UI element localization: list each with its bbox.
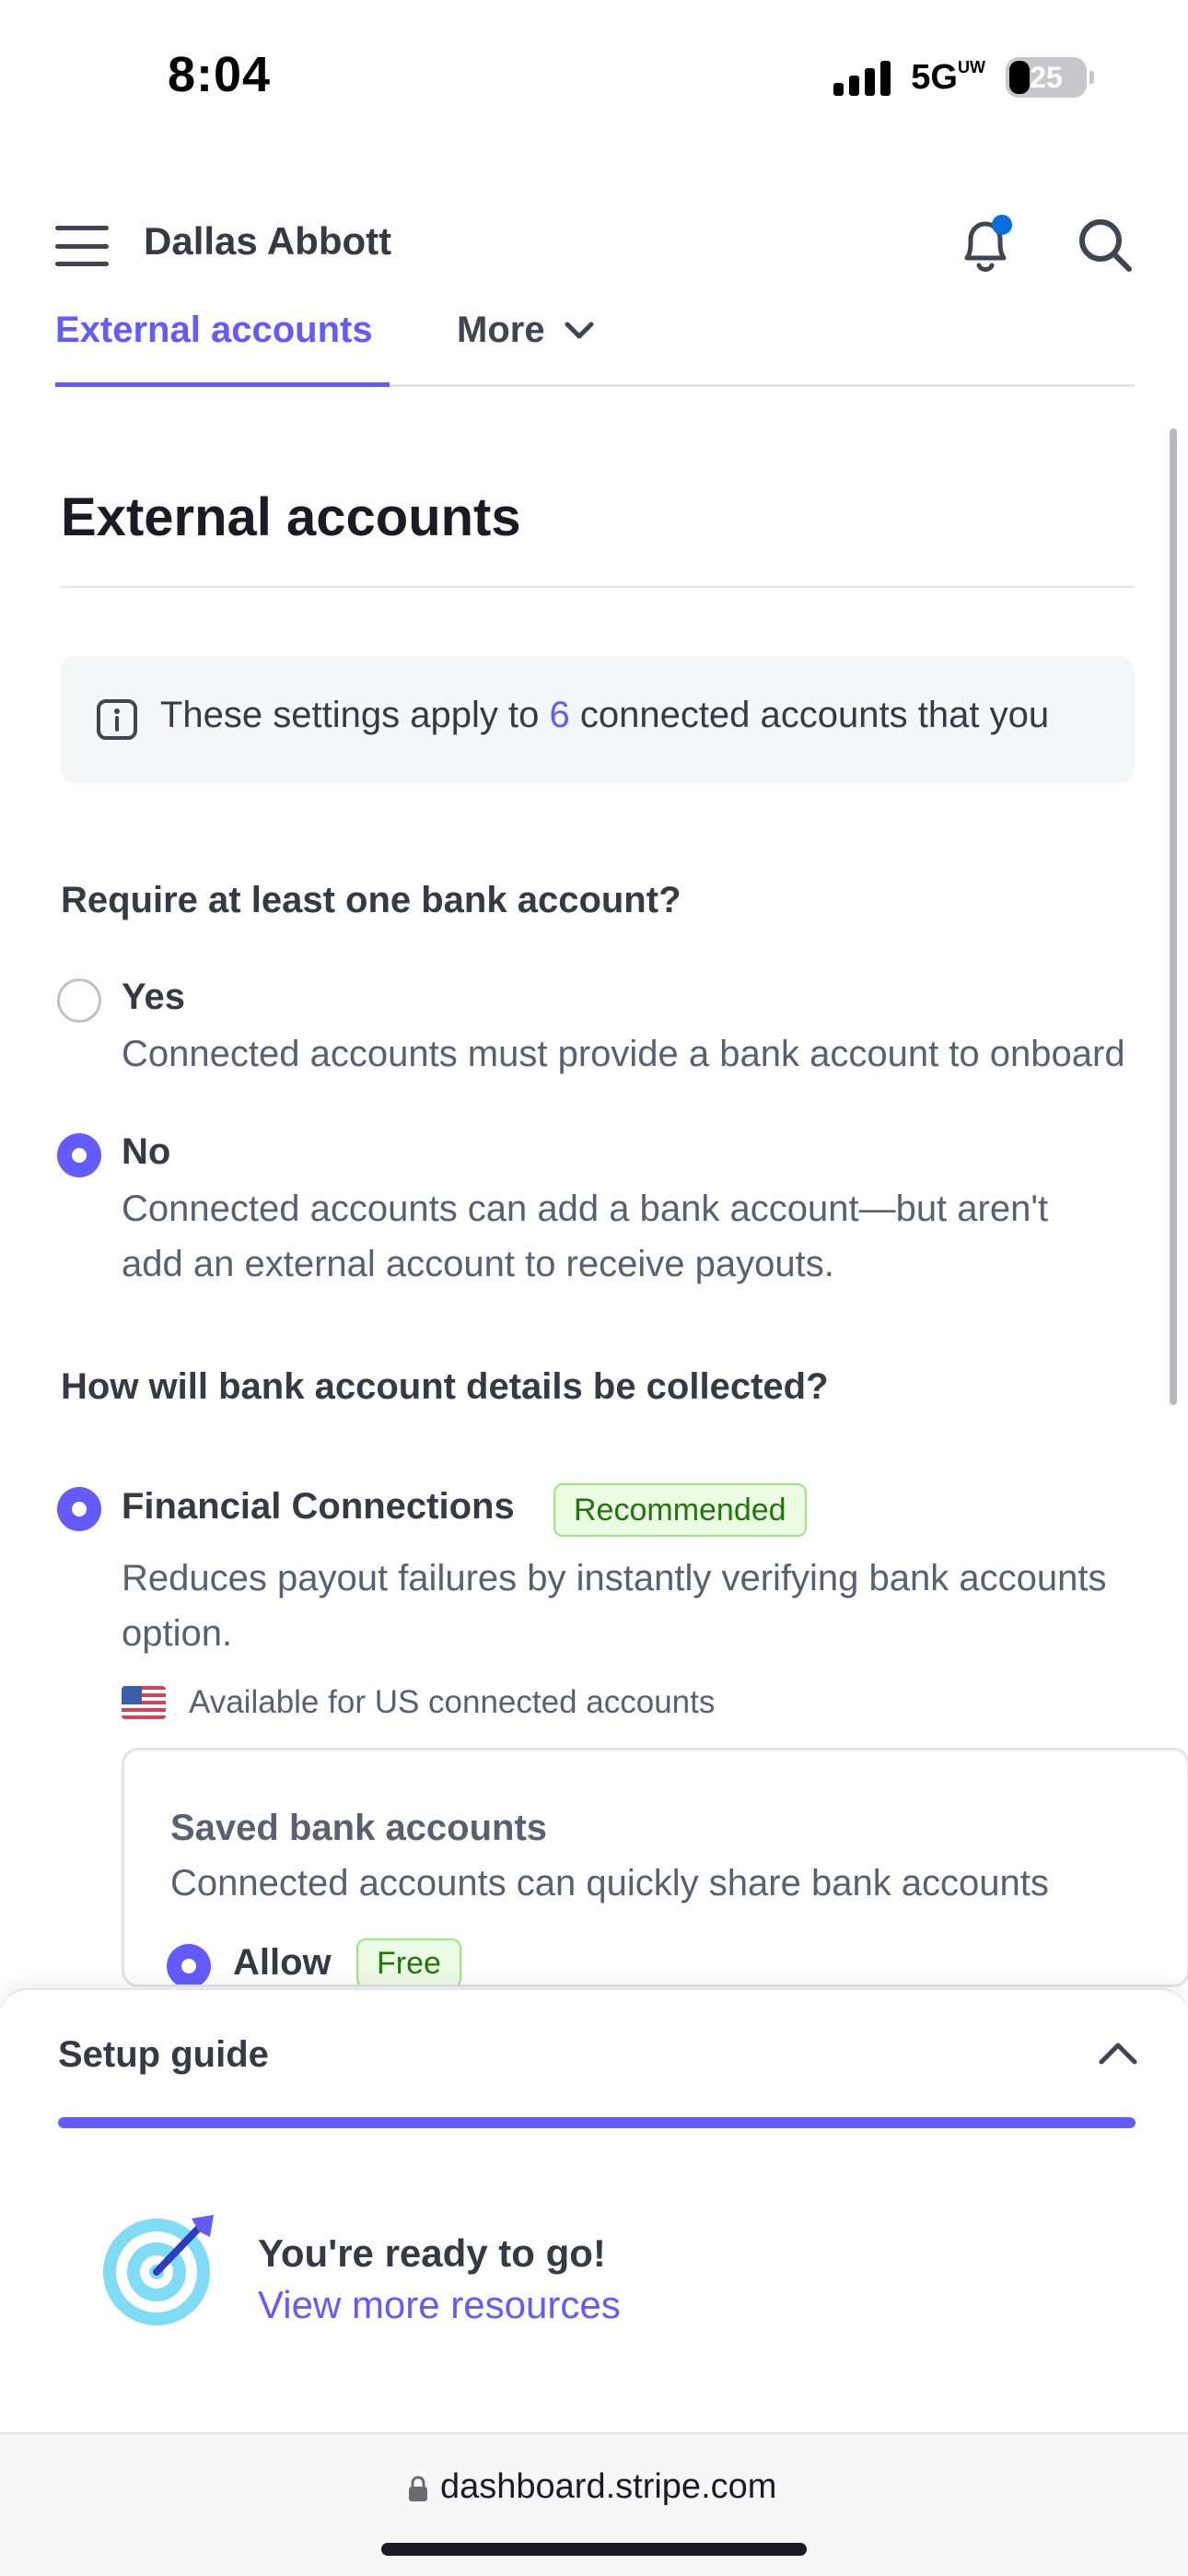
status-bar: 8:04 5GUW 25 — [0, 0, 1188, 157]
info-banner: These settings apply to 6 connected acco… — [61, 656, 1135, 783]
ready-title: You're ready to go! — [258, 2231, 606, 2275]
search-icon[interactable] — [1076, 216, 1135, 275]
financial-connections-description-line-2: option. — [122, 1613, 233, 1654]
financial-connections-description-line-1: Reduces payout failures by instantly ver… — [122, 1558, 1107, 1598]
account-name[interactable]: Dallas Abbott — [144, 219, 391, 263]
option-no-label[interactable]: No — [122, 1131, 170, 1173]
allow-label[interactable]: Allow — [233, 1942, 332, 1984]
radio-no[interactable] — [57, 1133, 101, 1177]
target-icon — [103, 2215, 214, 2325]
info-icon — [97, 699, 137, 740]
us-flag-icon — [122, 1686, 166, 1719]
availability-note: Available for US connected accounts — [189, 1684, 716, 1720]
setup-guide-panel: Setup guide You're ready to go! View mor… — [0, 1988, 1188, 2432]
connected-accounts-link[interactable]: 6 — [549, 695, 569, 735]
info-text: These settings apply to 6 connected acco… — [160, 695, 1050, 735]
network-type: 5GUW — [911, 57, 985, 97]
tab-external-accounts[interactable]: External accounts — [55, 310, 390, 387]
require-bank-question: Require at least one bank account? — [61, 880, 681, 920]
option-no-description-line-2: add an external account to receive payou… — [122, 1244, 834, 1284]
setup-progress-fill — [58, 2117, 1136, 2128]
radio-allow[interactable] — [167, 1944, 211, 1985]
settings-tabs: External accounts More — [55, 304, 1135, 387]
tab-more[interactable]: More — [457, 310, 595, 351]
saved-bank-accounts-title: Saved bank accounts — [170, 1808, 548, 1848]
url-text[interactable]: dashboard.stripe.com — [440, 2467, 776, 2507]
recommended-badge: Recommended — [553, 1483, 807, 1537]
lock-icon — [409, 2476, 427, 2501]
hamburger-menu-icon[interactable] — [55, 226, 109, 266]
collection-question: How will bank account details be collect… — [61, 1366, 829, 1407]
cellular-signal-icon — [833, 59, 891, 96]
battery-icon: 25 — [1006, 57, 1094, 98]
home-indicator[interactable] — [381, 2543, 807, 2556]
tab-more-label: More — [457, 310, 545, 350]
battery-level: 25 — [1030, 60, 1063, 94]
view-more-resources-link[interactable]: View more resources — [258, 2283, 621, 2327]
notification-bell-icon[interactable] — [954, 212, 1017, 278]
saved-bank-accounts-description: Connected accounts can quickly share ban… — [170, 1863, 1049, 1903]
app-header: Dallas Abbott — [0, 184, 1188, 304]
radio-financial-connections[interactable] — [57, 1487, 101, 1531]
radio-yes[interactable] — [57, 978, 101, 1023]
setup-guide-title[interactable]: Setup guide — [58, 2034, 269, 2076]
browser-address-bar[interactable]: dashboard.stripe.com — [0, 2432, 1188, 2576]
free-badge: Free — [356, 1938, 461, 1985]
scrollbar[interactable] — [1170, 428, 1177, 1405]
setup-progress-bar — [58, 2117, 1136, 2128]
status-indicators: 5GUW 25 — [833, 57, 1094, 98]
chevron-down-icon — [565, 322, 594, 338]
page-title: External accounts — [61, 487, 521, 547]
option-no-description-line-1: Connected accounts can add a bank accoun… — [122, 1188, 1049, 1229]
status-time: 8:04 — [168, 47, 272, 102]
saved-bank-accounts-card: Saved bank accounts Connected accounts c… — [122, 1748, 1188, 1987]
financial-connections-label[interactable]: Financial Connections — [122, 1486, 515, 1528]
divider — [61, 586, 1135, 588]
option-yes-description: Connected accounts must provide a bank a… — [122, 1034, 1125, 1074]
chevron-up-icon[interactable] — [1098, 2038, 1138, 2066]
option-yes-label[interactable]: Yes — [122, 977, 185, 1018]
